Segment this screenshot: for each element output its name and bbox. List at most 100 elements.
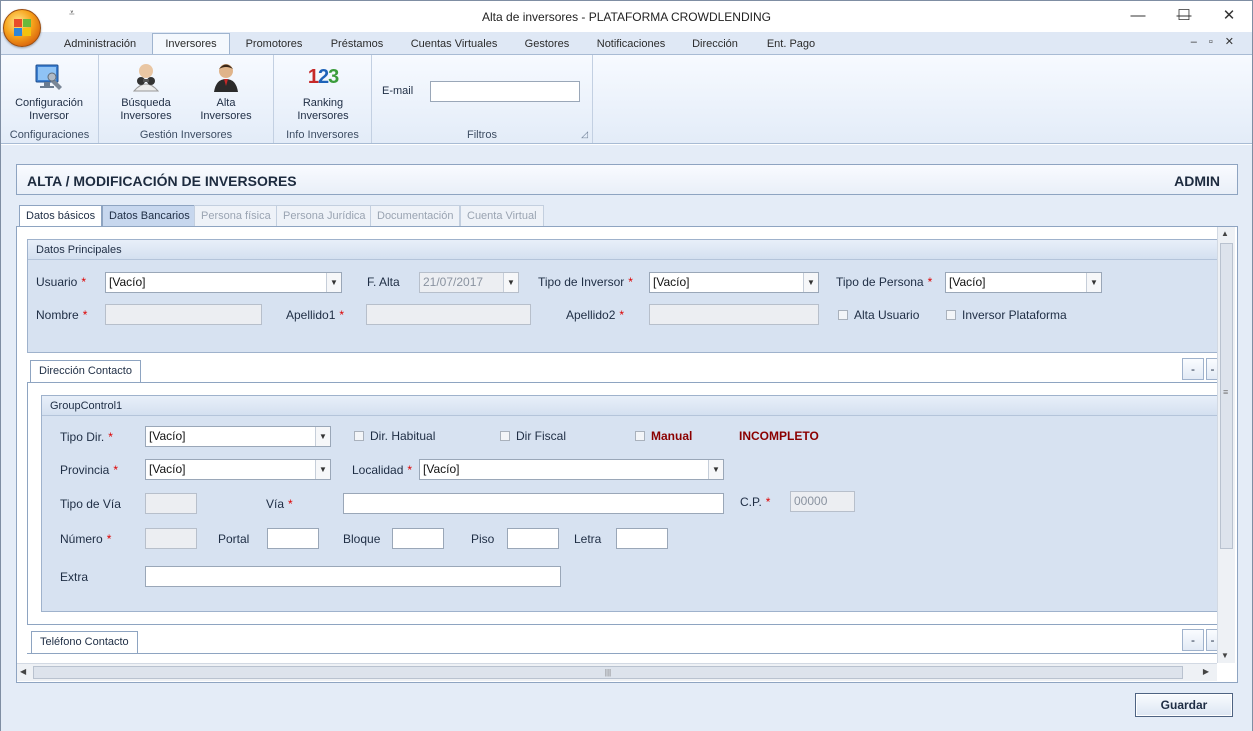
tipo-inversor-label: Tipo de Inversor *	[538, 275, 633, 289]
collapse-button[interactable]: -	[1182, 358, 1204, 380]
apellido1-field[interactable]	[366, 304, 531, 325]
group-label-configuraciones: Configuraciones	[9, 129, 90, 141]
datos-principales-group: Datos Principales Usuario * [Vacío] ▼ F. A…	[27, 239, 1219, 353]
ribbon-group-configuraciones: Configuración Inversor Configuraciones	[1, 55, 99, 143]
provincia-select[interactable]: [Vacío] ▼	[145, 459, 331, 480]
cp-field[interactable]: 00000	[790, 491, 855, 512]
tab-persona-fisica[interactable]: Persona física	[194, 205, 278, 226]
ribbon: Configuración Inversor Configuraciones B…	[1, 54, 1252, 144]
tab-direccion-contacto[interactable]: Dirección Contacto	[30, 360, 141, 382]
tipo-persona-select[interactable]: [Vacío] ▼	[945, 272, 1102, 293]
tab-notificaciones[interactable]: Notificaciones	[590, 34, 672, 54]
alta-inversores-label: Alta Inversores	[200, 97, 252, 122]
scroll-up-icon[interactable]: ▲	[1221, 229, 1229, 238]
numero-field[interactable]	[145, 528, 197, 549]
tab-cuentas-virtuales[interactable]: Cuentas Virtuales	[403, 34, 505, 54]
provincia-label: Provincia *	[60, 463, 119, 477]
tab-persona-juridica[interactable]: Persona Jurídica	[276, 205, 373, 226]
mdi-controls[interactable]: –▫✕	[1191, 35, 1246, 48]
email-label: E-mail	[382, 85, 414, 97]
dir-fiscal-checkbox[interactable]: Dir Fiscal	[500, 429, 566, 443]
datos-basicos-panel: Datos Principales Usuario * [Vacío] ▼ F. A…	[16, 226, 1238, 683]
portal-field[interactable]	[267, 528, 319, 549]
collapse-button[interactable]: -	[1182, 629, 1204, 651]
groupcontrol1: GroupControl1 Tipo Dir. * [Vacío] ▼ Dir. H…	[41, 395, 1221, 612]
tipo-dir-label: Tipo Dir. *	[60, 430, 113, 444]
tab-telefono-contacto[interactable]: Teléfono Contacto	[31, 631, 138, 653]
tab-administracion[interactable]: Administración	[57, 34, 143, 54]
configuracion-inversor-button[interactable]: Configuración Inversor	[9, 61, 89, 123]
tab-gestores[interactable]: Gestores	[515, 34, 579, 54]
localidad-select[interactable]: [Vacío] ▼	[419, 459, 724, 480]
scroll-left-icon[interactable]: ◀	[20, 667, 26, 676]
scroll-right-icon[interactable]: ▶	[1203, 667, 1209, 676]
tab-direccion[interactable]: Dirección	[683, 34, 747, 54]
group-label-filtros: Filtros	[467, 129, 497, 141]
alta-usuario-checkbox[interactable]: Alta Usuario	[838, 308, 919, 322]
letra-field[interactable]	[616, 528, 668, 549]
application-menu-button[interactable]	[3, 9, 41, 47]
chevron-down-icon[interactable]: ▼	[503, 273, 518, 292]
group-label-info: Info Inversores	[286, 129, 359, 141]
tab-datos-bancarios[interactable]: Datos Bancarios	[102, 205, 197, 226]
tab-datos-basicos[interactable]: Datos básicos	[19, 205, 103, 227]
direccion-tab-body: GroupControl1 Tipo Dir. * [Vacío] ▼ Dir. H…	[27, 382, 1221, 625]
guardar-button[interactable]: Guardar	[1135, 693, 1233, 717]
scroll-grip-icon: ≡	[1223, 387, 1229, 397]
tipo-via-field[interactable]	[145, 493, 197, 514]
apellido2-field[interactable]	[649, 304, 819, 325]
tipo-dir-select[interactable]: [Vacío] ▼	[145, 426, 331, 447]
falta-date-field[interactable]: 21/07/2017 ▼	[419, 272, 519, 293]
scroll-down-icon[interactable]: ▼	[1221, 651, 1229, 660]
piso-field[interactable]	[507, 528, 559, 549]
busqueda-inversores-button[interactable]: Búsqueda Inversores	[109, 61, 183, 123]
chevron-down-icon[interactable]: ▼	[1086, 273, 1101, 292]
ranking-123-icon: 123	[307, 66, 339, 88]
configuracion-inversor-label: Configuración Inversor	[15, 97, 83, 122]
tab-prestamos[interactable]: Préstamos	[319, 34, 395, 54]
window-title: Alta de inversores - PLATAFORMA CROWDLEN…	[482, 10, 771, 24]
close-button[interactable]: ✕	[1206, 1, 1252, 32]
via-field[interactable]	[343, 493, 724, 514]
usuario-select[interactable]: [Vacío] ▼	[105, 272, 342, 293]
localidad-label: Localidad *	[352, 463, 413, 477]
chevron-down-icon[interactable]: ▼	[315, 427, 330, 446]
horizontal-scrollbar[interactable]: ◀ ||| ▶	[17, 663, 1217, 681]
nombre-field[interactable]	[105, 304, 262, 325]
manual-checkbox[interactable]: Manual	[635, 429, 692, 443]
extra-label: Extra	[60, 570, 89, 584]
tipo-inversor-select[interactable]: [Vacío] ▼	[649, 272, 819, 293]
chevron-down-icon[interactable]: ▼	[315, 460, 330, 479]
email-field[interactable]	[430, 81, 580, 102]
tab-documentacion[interactable]: Documentación	[370, 205, 461, 226]
vertical-scroll-thumb[interactable]: ≡	[1220, 243, 1233, 549]
piso-label: Piso	[471, 532, 495, 546]
chevron-down-icon[interactable]: ▼	[708, 460, 723, 479]
status-badge: INCOMPLETO	[739, 429, 819, 443]
tab-cuenta-virtual[interactable]: Cuenta Virtual	[460, 205, 544, 226]
monitor-settings-icon	[33, 61, 65, 93]
bloque-field[interactable]	[392, 528, 444, 549]
cp-label: C.P. *	[740, 495, 771, 509]
current-user: ADMIN	[1174, 173, 1220, 189]
ranking-inversores-button[interactable]: 123 Ranking Inversores	[288, 61, 358, 123]
maximize-button[interactable]: ☐	[1161, 1, 1207, 32]
horizontal-scroll-thumb[interactable]: |||	[33, 666, 1183, 679]
via-label: Vía *	[266, 497, 293, 511]
portal-label: Portal	[218, 532, 250, 546]
telefono-tab-body	[27, 653, 1219, 663]
tab-promotores[interactable]: Promotores	[237, 34, 311, 54]
vertical-scrollbar[interactable]: ▲ ≡ ▼	[1217, 227, 1235, 663]
tipo-persona-label: Tipo de Persona *	[836, 275, 933, 289]
dialog-launcher-icon[interactable]: ◿	[581, 129, 588, 140]
tab-ent-pago[interactable]: Ent. Pago	[757, 34, 825, 54]
dir-habitual-checkbox[interactable]: Dir. Habitual	[354, 429, 435, 443]
inversor-plataforma-checkbox[interactable]: Inversor Plataforma	[946, 308, 1067, 322]
chevron-down-icon[interactable]: ▼	[326, 273, 341, 292]
alta-inversores-button[interactable]: Alta Inversores	[191, 61, 261, 123]
apellido1-label: Apellido1 *	[286, 308, 345, 322]
minimize-button[interactable]: —	[1115, 1, 1161, 32]
tab-inversores[interactable]: Inversores	[152, 33, 230, 55]
extra-field[interactable]	[145, 566, 561, 587]
chevron-down-icon[interactable]: ▼	[803, 273, 818, 292]
